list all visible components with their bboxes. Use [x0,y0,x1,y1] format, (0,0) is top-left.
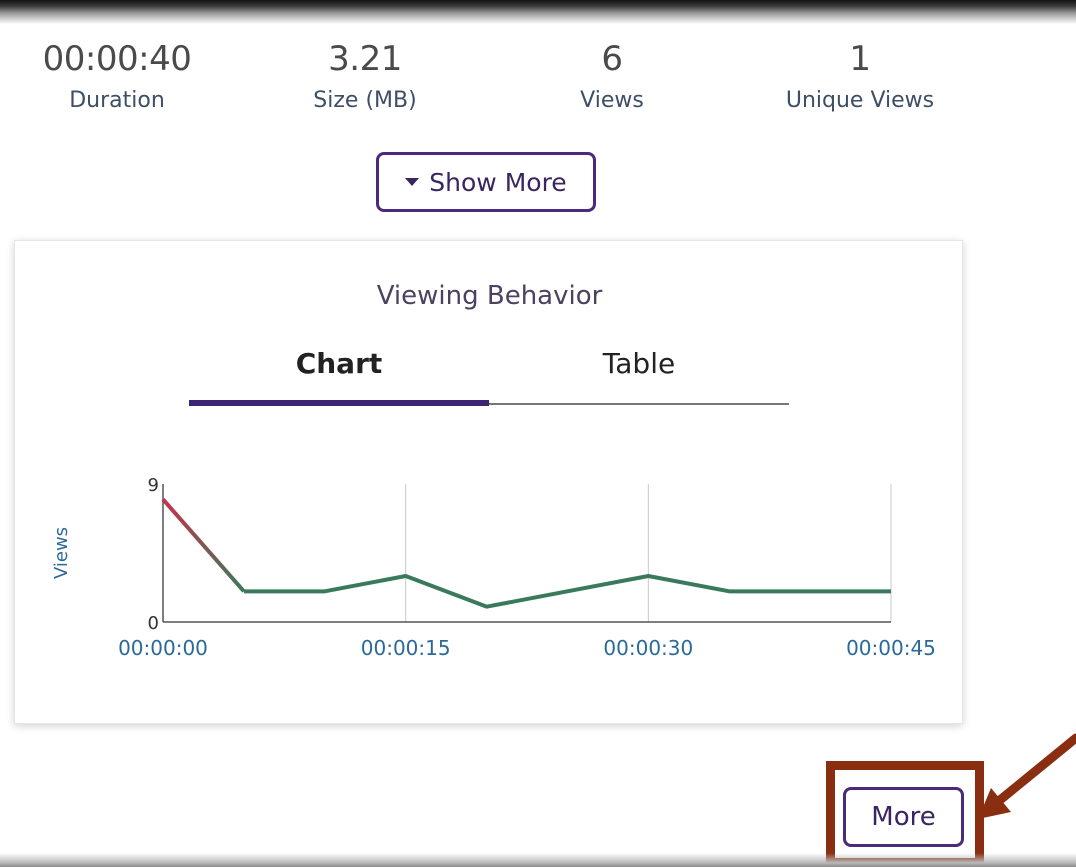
stat-value: 1 [849,39,871,79]
show-more-button[interactable]: Show More [376,152,596,212]
y-axis-label: Views [51,527,72,579]
caret-down-icon [405,178,420,186]
viewing-behavior-card: Viewing Behavior Chart Table Views 00:00… [14,240,963,724]
stat-label: Unique Views [785,88,935,113]
stat-label: Size (MB) [313,88,417,113]
stat-value: 00:00:40 [42,39,192,79]
viewing-behavior-chart: Views 00:00:00 00:00:15 00:00:30 00:00:45 0 9 [51,475,936,660]
stat-value: 6 [601,39,623,79]
x-tick-label: 00:00:45 [846,636,936,660]
annotation-highlight-box [826,761,984,867]
stat-value: 3.21 [328,39,402,79]
stat-duration: 00:00:40 Duration [12,38,222,116]
bottom-shadow [0,853,1076,867]
series-line-start [161,498,246,593]
stat-views: 6 Views [507,38,717,116]
x-tick-label: 00:00:00 [118,636,208,660]
stat-size: 3.21 Size (MB) [260,38,470,116]
stat-unique-views: 1 Unique Views [755,38,965,116]
x-tick-label: 00:00:15 [361,636,451,660]
y-tick-label: 9 [148,475,159,496]
y-tick-label: 0 [148,613,159,634]
top-shadow [0,0,1076,24]
stat-label: Views [580,88,644,113]
stat-label: Duration [69,88,165,113]
show-more-label: Show More [429,167,567,197]
x-tick-label: 00:00:30 [603,636,693,660]
